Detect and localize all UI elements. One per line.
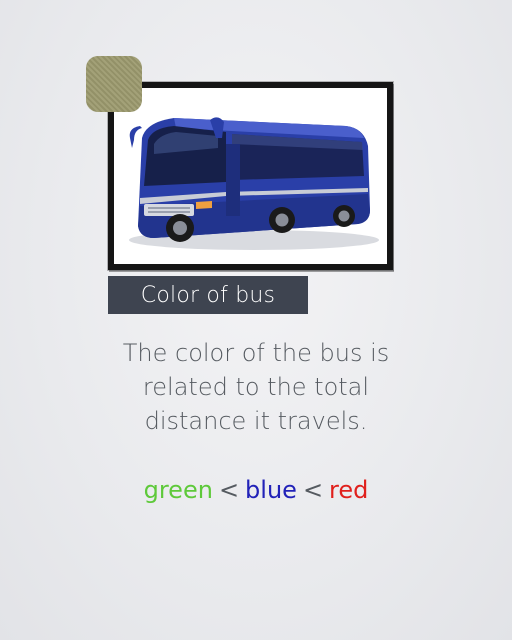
order-separator-2: < [302, 476, 324, 504]
bus-icon [114, 88, 387, 264]
order-green: green [143, 476, 213, 504]
order-blue: blue [245, 476, 297, 504]
description-line-2: related to the total [142, 373, 370, 401]
tag-square-icon [86, 56, 142, 112]
bus-photo [108, 82, 393, 270]
description-line-3: distance it travels. [144, 407, 368, 435]
description-line-1: The color of the bus is [122, 339, 390, 367]
slide: Color of bus The color of the bus is rel… [0, 0, 512, 640]
caption-title: Color of bus [140, 282, 276, 308]
order-red: red [329, 476, 369, 504]
order-separator-1: < [218, 476, 240, 504]
color-order: green < blue < red [56, 474, 456, 506]
description: The color of the bus is related to the t… [56, 336, 456, 438]
caption-bar: Color of bus [108, 276, 308, 314]
